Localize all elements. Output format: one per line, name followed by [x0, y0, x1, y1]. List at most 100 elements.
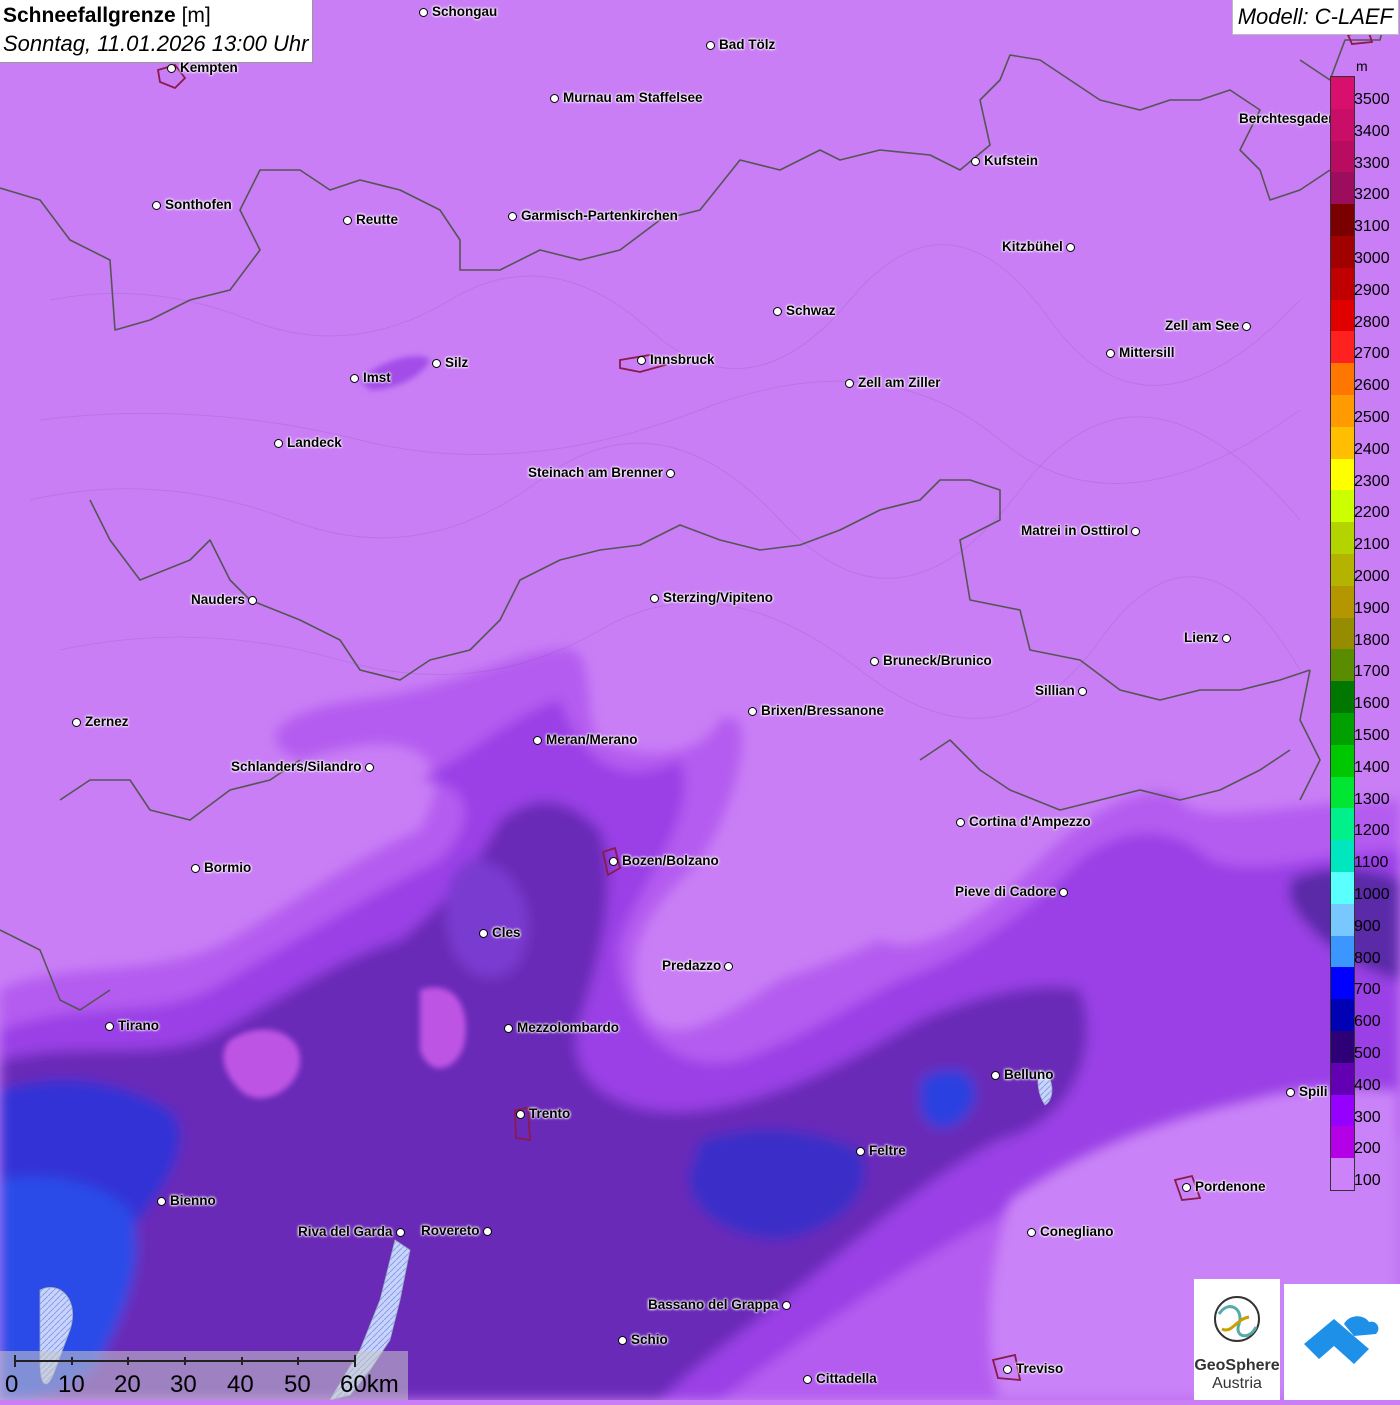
legend-label: 2000 — [1354, 568, 1390, 585]
city-label: Bassano del Grappa — [648, 1297, 779, 1312]
legend-label: 900 — [1354, 917, 1381, 935]
city-label: Treviso — [1016, 1361, 1064, 1376]
city-marker — [618, 1336, 627, 1345]
scale-label: 30 — [170, 1371, 197, 1398]
legend-label: 600 — [1354, 1013, 1381, 1031]
legend-label: 500 — [1354, 1045, 1381, 1062]
scale-bar: 0 10 20 30 40 50 60km — [0, 1351, 408, 1400]
city-marker — [1131, 527, 1140, 536]
city-marker — [1286, 1088, 1295, 1097]
city-marker — [72, 718, 81, 727]
legend-unit: m — [1356, 58, 1368, 74]
city-label: Spili — [1299, 1084, 1328, 1099]
city-marker — [191, 864, 200, 873]
city-marker — [274, 439, 283, 448]
city-label: Garmisch-Partenkirchen — [521, 208, 678, 223]
legend-color-swatch — [1331, 490, 1354, 523]
legend-label: 3200 — [1354, 186, 1390, 204]
city-marker — [1027, 1228, 1036, 1237]
scale-label: 40 — [227, 1371, 254, 1398]
map-datetime: Sonntag, 11.01.2026 13:00 Uhr — [3, 31, 309, 56]
city-label: Nauders — [191, 592, 246, 607]
city-marker — [365, 763, 374, 772]
legend-color-swatch — [1331, 522, 1354, 554]
scale-label: 20 — [114, 1371, 141, 1398]
city-marker — [483, 1227, 492, 1236]
geosphere-austria-logo: GeoSphere Austria — [1194, 1279, 1280, 1400]
city-label: Rovereto — [421, 1223, 480, 1238]
legend-label: 400 — [1354, 1076, 1381, 1094]
city-marker — [724, 962, 733, 971]
city-label: Schwaz — [786, 303, 836, 318]
city-label: Bad Tölz — [719, 37, 776, 52]
city-marker — [706, 41, 715, 50]
legend-label: 2300 — [1354, 472, 1390, 490]
city-marker — [773, 307, 782, 316]
legend-label: 2600 — [1354, 377, 1390, 395]
color-legend: m 3500 3400 3300 3200 3100 3000 2900 2800 2700 26… — [1328, 58, 1400, 1208]
city-marker — [1078, 687, 1087, 696]
legend-color-swatch — [1331, 1158, 1354, 1190]
city-marker — [748, 707, 757, 716]
city-label: Pieve di Cadore — [955, 884, 1057, 899]
city-marker — [1059, 888, 1068, 897]
city-label: Tirano — [118, 1018, 160, 1033]
city-label: Belluno — [1004, 1067, 1054, 1082]
geosphere-logo-line1: GeoSphere — [1194, 1357, 1280, 1374]
city-marker — [637, 356, 646, 365]
city-label: Reutte — [356, 212, 399, 227]
city-label: Matrei in Osttirol — [1021, 523, 1129, 538]
legend-label: 1600 — [1354, 695, 1390, 713]
legend-color-swatch — [1331, 172, 1354, 205]
map-title-unit: [m] — [181, 4, 211, 27]
city-label: Pordenone — [1195, 1179, 1266, 1194]
city-label: Brixen/Bressanone — [761, 703, 885, 718]
city-label: Kempten — [180, 60, 238, 75]
legend-color-swatch — [1331, 140, 1354, 173]
legend-color-swatch — [1331, 394, 1354, 427]
city-marker — [782, 1301, 791, 1310]
city-label: Berchtesgaden — [1239, 111, 1337, 126]
legend-label: 3100 — [1354, 218, 1390, 236]
legend-color-swatch — [1331, 331, 1354, 364]
legend-label: 2900 — [1354, 281, 1390, 299]
city-label: Cles — [492, 925, 521, 940]
geosphere-logo-line2: Austria — [1212, 1375, 1262, 1392]
legend-color-swatch — [1331, 776, 1354, 809]
legend-label: 200 — [1354, 1140, 1381, 1158]
legend-color-swatch — [1331, 1094, 1354, 1127]
legend-color-swatch — [1331, 363, 1354, 395]
legend-color-swatch — [1331, 649, 1354, 682]
city-marker — [1222, 634, 1231, 643]
city-marker — [152, 201, 161, 210]
legend-color-swatch — [1331, 681, 1354, 713]
legend-color-swatch — [1331, 267, 1354, 300]
city-marker — [479, 929, 488, 938]
app-logo-icon — [1304, 1316, 1379, 1364]
city-label: Mittersill — [1119, 345, 1175, 360]
city-marker — [516, 1110, 525, 1119]
city-marker — [1106, 349, 1115, 358]
city-label: Silz — [445, 355, 469, 370]
city-marker — [609, 857, 618, 866]
legend-color-swatch — [1331, 617, 1354, 650]
city-marker — [803, 1375, 812, 1384]
legend-label: 1700 — [1354, 663, 1390, 681]
city-label: Predazzo — [662, 958, 722, 973]
city-marker — [870, 657, 879, 666]
city-label: Cittadella — [816, 1371, 877, 1386]
legend-color-swatch — [1331, 204, 1354, 236]
map-title-box: Schneefallgrenze [m] Sonntag, 11.01.2026… — [0, 0, 314, 63]
city-label: Sonthofen — [165, 197, 232, 212]
city-label: Murnau am Staffelsee — [563, 90, 703, 105]
city-label: Sterzing/Vipiteno — [663, 590, 774, 605]
city-marker — [432, 359, 441, 368]
legend-label: 2800 — [1354, 313, 1390, 331]
legend-color-swatch — [1331, 967, 1354, 1000]
city-label: Meran/Merano — [546, 732, 638, 747]
legend-label: 3500 — [1354, 91, 1390, 108]
legend-label: 3300 — [1354, 154, 1390, 172]
legend-color-swatch — [1331, 1062, 1354, 1095]
city-marker — [1003, 1365, 1012, 1374]
city-label: Bruneck/Brunico — [883, 653, 992, 668]
